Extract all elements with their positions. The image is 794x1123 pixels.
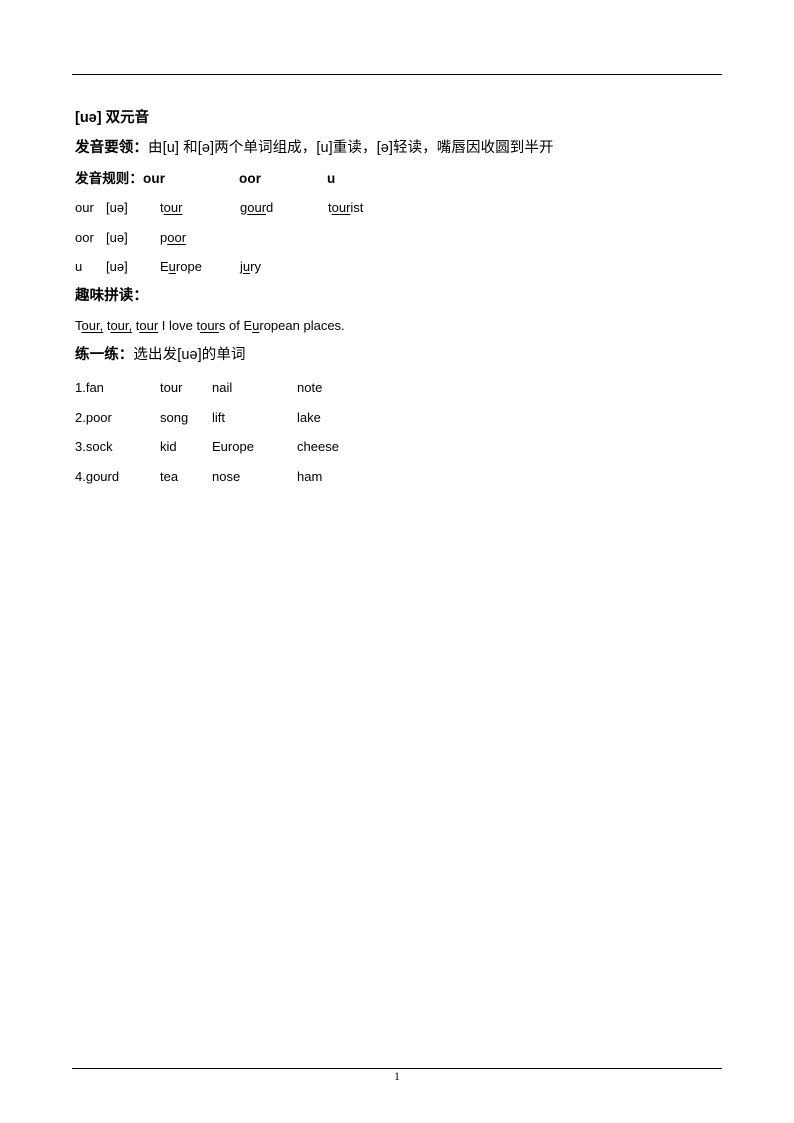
rule-example-word: poor [160, 223, 240, 253]
practice-heading: 练一练：选出发[uə]的单词 [75, 341, 725, 371]
example-suffix: rope [175, 259, 202, 274]
example-suffix: I love [158, 318, 197, 333]
example-prefix: E [160, 259, 169, 274]
rule-example-word: gourd [240, 193, 328, 223]
rules-label: 发音规则： [75, 170, 143, 186]
rule-ipa: [uə] [106, 229, 128, 245]
practice-option[interactable]: 1.fan [75, 373, 160, 403]
example-prefix: E [243, 318, 253, 333]
rule-row: oor [uə] poor [75, 223, 725, 253]
rule-example-word: Europe [160, 252, 240, 282]
rule-example-word: jury [240, 252, 328, 282]
practice-instruction: 选出发[uə]的单词 [133, 346, 246, 363]
sentence-part: European places. [243, 318, 344, 333]
rule-ipa: [uə] [106, 200, 128, 215]
rule-row: our [uə] tour gourd tourist [75, 193, 725, 223]
rule-spelling: our [75, 200, 94, 215]
header-divider [72, 74, 722, 75]
sentence-part: tours of [196, 318, 243, 333]
practice-row: 1.fan tour nail note [75, 373, 725, 403]
practice-option[interactable]: Europe [212, 432, 297, 462]
example-stress: oor [167, 229, 187, 245]
fun-reading-label: 趣味拼读： [75, 287, 148, 304]
key-points-text: 由[u] 和[ə]两个单词组成，[u]重读，[ə]轻读，嘴唇因收圆到半开 [148, 140, 554, 156]
page-number: 1 [394, 1071, 400, 1083]
practice-row: 4.gourd tea nose ham [75, 462, 725, 492]
footer-divider [72, 1068, 722, 1069]
practice-option[interactable]: nail [212, 373, 297, 403]
page-title-text: [uə] 双元音 [75, 110, 150, 126]
rule-example-word: tour [160, 193, 240, 223]
rules-col-header-oor: oor [239, 170, 262, 186]
example-suffix: s of [218, 318, 244, 333]
rules-col-header-our: our [143, 170, 166, 186]
rules-col-header-u: u [327, 170, 336, 186]
practice-option[interactable]: kid [160, 432, 212, 462]
practice-option[interactable]: note [297, 373, 322, 403]
rule-spelling: u [75, 259, 83, 274]
practice-option[interactable]: lift [212, 403, 297, 433]
practice-option[interactable]: lake [297, 403, 321, 433]
example-suffix: d [266, 200, 274, 215]
rule-example-word: tourist [328, 193, 363, 223]
key-points-line: 发音要领：由[u] 和[ə]两个单词组成，[u]重读，[ə]轻读，嘴唇因收圆到半… [75, 134, 725, 164]
example-stress: our [139, 318, 159, 333]
fun-reading-sentence: Tour, tour, tour I love tours of Europea… [75, 311, 725, 341]
rule-ipa: [uə] [106, 259, 128, 274]
sentence-part: tour I love [136, 318, 197, 333]
document-page: [uə] 双元音 发音要领：由[u] 和[ə]两个单词组成，[u]重读，[ə]轻… [0, 0, 794, 1123]
practice-option[interactable]: cheese [297, 432, 339, 462]
practice-option[interactable]: tour [160, 373, 212, 403]
example-stress: our, [110, 318, 133, 333]
practice-option[interactable]: 2.poor [75, 403, 160, 433]
rule-spelling: oor [75, 229, 94, 245]
example-stress: our, [81, 318, 104, 333]
page-title: [uə] 双元音 [75, 103, 725, 134]
practice-option[interactable]: song [160, 403, 212, 433]
sentence-part: tour, [107, 318, 136, 333]
example-stress: our [163, 200, 183, 215]
practice-label: 练一练： [75, 346, 134, 363]
practice-option[interactable]: 4.gourd [75, 462, 160, 492]
practice-option[interactable]: tea [160, 462, 212, 492]
sentence-part: Tour, [75, 318, 107, 333]
practice-option[interactable]: 3.sock [75, 432, 160, 462]
practice-option[interactable]: nose [212, 462, 297, 492]
example-suffix: ry [250, 259, 261, 274]
document-body: [uə] 双元音 发音要领：由[u] 和[ə]两个单词组成，[u]重读，[ə]轻… [75, 103, 725, 491]
example-suffix: ist [350, 200, 364, 215]
example-stress: our [200, 318, 219, 333]
example-suffix: ropean places. [259, 318, 345, 333]
practice-row: 3.sock kid Europe cheese [75, 432, 725, 462]
example-stress: our [247, 200, 267, 215]
rules-header-line: 发音规则：our oor u [75, 164, 725, 194]
key-points-label: 发音要领： [75, 140, 148, 156]
practice-option[interactable]: ham [297, 462, 322, 492]
example-stress: u [168, 259, 176, 274]
example-stress: our [331, 200, 351, 215]
rule-row: u [uə] Europe jury [75, 252, 725, 282]
practice-row: 2.poor song lift lake [75, 403, 725, 433]
